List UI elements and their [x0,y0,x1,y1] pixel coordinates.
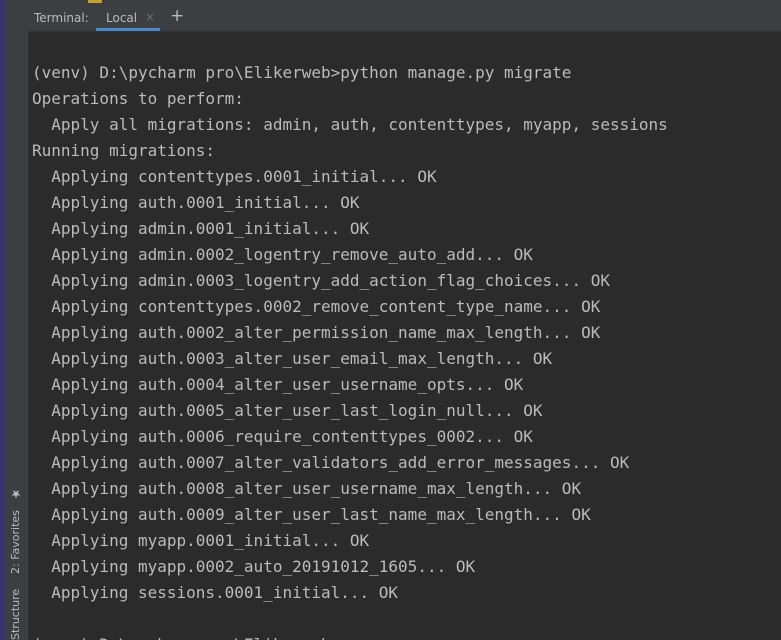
terminal-line: Applying auth.0008_alter_user_username_m… [32,479,582,498]
terminal-title: Terminal: [34,11,89,25]
terminal-line: Applying myapp.0002_auto_20191012_1605..… [32,557,476,576]
tab-local[interactable]: Local × [96,4,160,31]
terminal-line: Running migrations: [32,141,216,160]
terminal-line: Applying auth.0004_alter_user_username_o… [32,375,524,394]
terminal-output[interactable]: (venv) D:\pycharm pro\Elikerweb>python m… [28,33,781,640]
terminal-line: Applying admin.0002_logentry_remove_auto… [32,245,533,264]
terminal-line: Applying auth.0003_alter_user_email_max_… [32,349,553,368]
star-icon: ★ [9,486,23,501]
terminal-line: (venv) D:\pycharm pro\Elikerweb>python m… [32,63,572,82]
favorites-tool-tab[interactable]: 2: Favorites ★ [7,486,25,574]
tab-local-label: Local [106,11,138,25]
terminal-line: Applying sessions.0001_initial... OK [32,583,399,602]
terminal-line: Applying auth.0005_alter_user_last_login… [32,401,543,420]
new-session-button[interactable]: + [170,6,184,26]
terminal-line: Applying contenttypes.0001_initial... OK [32,167,437,186]
terminal-line: Apply all migrations: admin, auth, conte… [32,115,668,134]
terminal-line: Applying auth.0001_initial... OK [32,193,360,212]
structure-tool-tab[interactable]: Structure [7,586,25,640]
terminal-line: Applying auth.0002_alter_permission_name… [32,323,601,342]
terminal-line: Applying admin.0001_initial... OK [32,219,370,238]
terminal-line: Applying contenttypes.0002_remove_conten… [32,297,601,316]
terminal-line: Applying admin.0003_logentry_add_action_… [32,271,610,290]
terminal-line: Applying myapp.0001_initial... OK [32,531,370,550]
terminal-line: Applying auth.0009_alter_user_last_name_… [32,505,591,524]
left-tool-stripe: 2: Favorites ★ Structure [5,0,29,640]
terminal-tab-bar: Terminal: Local × + [28,4,781,32]
close-icon[interactable]: × [145,10,155,24]
file-icon-fragment [88,0,102,3]
terminal-line: (venv) D:\pycharm pro\Elikerweb> [32,632,340,640]
terminal-line: Operations to perform: [32,89,244,108]
favorites-tab-label: 2: Favorites [9,510,22,574]
terminal-line: Applying auth.0007_alter_validators_add_… [32,453,630,472]
structure-tab-label: Structure [9,588,22,640]
terminal-line: Applying auth.0006_require_contenttypes_… [32,427,533,446]
